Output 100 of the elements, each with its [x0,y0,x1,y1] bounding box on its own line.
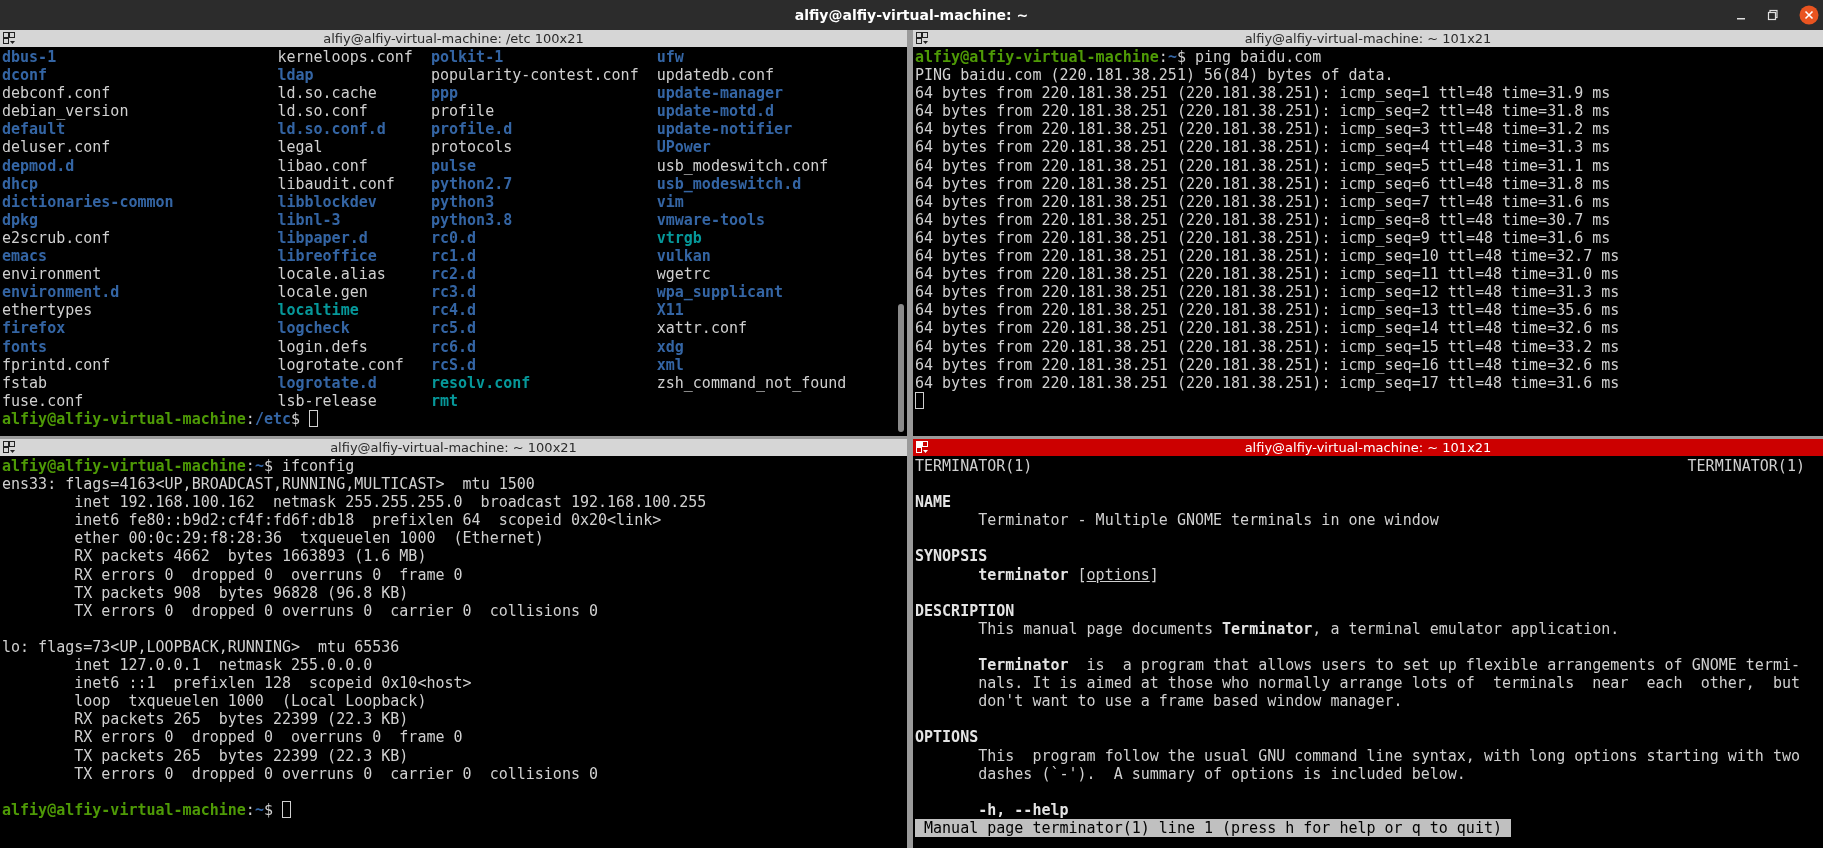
scrollbar[interactable] [898,304,904,432]
file-name: pulse [430,156,477,175]
grid-icon[interactable] [3,441,16,454]
file-name: kerneloops.conf [277,48,413,66]
terminal-line: 64 bytes from 220.181.38.251 (220.181.38.251): icmp_seq=5 ttl=48 time=31.1 ms [915,156,1611,175]
file-name: environment.d [2,283,120,302]
file-name: rcS.d [430,355,477,374]
shell-prompt: alfiy@alfiy-virtual-machine:~$ ping baidu.com [915,48,1322,67]
file-name: login.defs [277,337,368,356]
file-name: rc2.d [430,265,477,284]
file-name: usb_modeswitch.conf [656,156,829,175]
terminal-line: inet 192.168.100.162 netmask 255.255.255.0 broadcast 192.168.100.255 [74,493,707,512]
file-name: localtime [277,301,359,320]
terminal-line: inet6 ::1 prefixlen 128 scopeid 0x10<host> [74,674,472,693]
terminal-line: Terminator - Multiple GNOME terminals in one window [978,511,1439,530]
pane-title: alfiy@alfiy-virtual-machine: ~ 101x21 [1244,440,1492,455]
file-name: rc5.d [430,319,477,338]
file-name: vtrgb [656,228,702,247]
file-name: usb_modeswitch.d [656,174,802,193]
file-name: update-notifier [656,120,793,139]
terminal-line: 64 bytes from 220.181.38.251 (220.181.38.251): icmp_seq=13 ttl=48 time=35.6 ms [915,301,1620,320]
terminal-line: terminator [options] [978,565,1159,584]
file-name: rc4.d [430,301,477,320]
file-name: libnl-3 [277,210,341,229]
terminal-line: TX packets 908 bytes 96828 (96.8 KB) [74,583,409,602]
terminal-line: This manual page documents Terminator, a terminal emulator application. [978,619,1620,638]
grid-icon[interactable] [916,32,929,45]
terminal-line: TERMINATOR(1) [1687,457,1805,476]
file-name: lsb-release [277,391,377,410]
terminal-line: TX errors 0 dropped 0 overruns 0 carrier 0 collisions 0 [74,601,599,620]
terminal-line: RX errors 0 dropped 0 overruns 0 frame 0 [74,728,463,747]
shell-prompt: alfiy@alfiy-virtual-machine:~$ [2,800,273,819]
file-name: libreoffice [277,247,377,266]
terminal-line: inet 127.0.0.1 netmask 255.0.0.0 [74,656,373,675]
file-name: dhcp [2,174,39,193]
terminal-line: inet6 fe80::b9d2:cf4f:fd6f:db18 prefixlen 64 scopeid 0x20<link> [74,511,662,530]
terminal-line: ether 00:0c:29:f8:28:36 txqueuelen 1000 (Ethernet) [74,529,544,548]
file-name: ld.so.conf [277,102,368,121]
terminal-line: RX packets 4662 bytes 1663893 (1.6 MB) [74,547,427,566]
grid-icon[interactable] [3,32,16,45]
terminal-pane[interactable] [913,30,1823,436]
file-name: xattr.conf [656,319,748,338]
terminal-line: -h, --help [978,800,1069,819]
file-name: polkit-1 [430,48,504,66]
terminal-line: 64 bytes from 220.181.38.251 (220.181.38.251): icmp_seq=2 ttl=48 time=31.8 ms [915,102,1611,121]
file-name: environment [2,265,102,284]
file-name: rc0.d [430,228,477,247]
section-heading: SYNOPSIS [915,547,988,566]
terminal-pane[interactable] [0,30,907,436]
file-name: dpkg [2,210,39,229]
terminal-line: ens33: flags=4163<UP,BROADCAST,RUNNING,MULTICAST> mtu 1500 [2,475,535,494]
pane-title: alfiy@alfiy-virtual-machine: /etc 100x21 [323,31,584,46]
terminal-line: 64 bytes from 220.181.38.251 (220.181.38.251): icmp_seq=16 ttl=48 time=32.6 ms [915,355,1620,374]
file-name: UPower [656,138,711,157]
pane-title: alfiy@alfiy-virtual-machine: ~ 101x21 [1244,31,1492,46]
terminal-line: TX errors 0 dropped 0 overruns 0 carrier 0 collisions 0 [74,764,599,783]
terminal-line: 64 bytes from 220.181.38.251 (220.181.38.251): icmp_seq=8 ttl=48 time=30.7 ms [915,210,1611,229]
file-name: logcheck [277,319,350,338]
file-name: rc1.d [430,247,477,266]
file-name: profile.d [430,120,513,139]
terminal-line: 64 bytes from 220.181.38.251 (220.181.38.251): icmp_seq=9 ttl=48 time=31.6 ms [915,228,1611,248]
file-name: dconf [2,66,48,85]
maximize-icon[interactable] [1767,9,1779,21]
terminal-pane[interactable] [0,439,907,848]
file-name: xdg [656,337,684,356]
file-name: deluser.conf [2,138,111,157]
file-name: X11 [656,301,684,320]
file-name: rc3.d [430,283,477,302]
terminal-line: Terminator is a program that allows users to set up flexible arrangements of GNOME termi- [978,656,1800,675]
grid-icon[interactable] [916,441,929,454]
file-name: python3.8 [430,210,513,229]
file-name: python3 [430,192,495,211]
file-name: fuse.conf [2,391,84,410]
close-icon[interactable] [1799,5,1819,25]
file-name: wgetrc [656,265,711,284]
terminal-line: loop txqueuelen 1000 (Local Loopback) [74,692,427,711]
terminal-line: 64 bytes from 220.181.38.251 (220.181.38.251): icmp_seq=4 ttl=48 time=31.3 ms [915,138,1611,157]
terminal-line: This program follow the usual GNU command line syntax, with long options starting with two [978,746,1800,765]
file-name: ld.so.cache [277,84,377,103]
text-cursor [915,392,924,410]
terminal-line: PING baidu.com (220.181.38.251) 56(84) bytes of data. [915,66,1394,85]
file-name: libao.conf [277,156,368,175]
file-name: python2.7 [430,174,513,193]
file-name: locale.alias [277,265,386,284]
file-name: libaudit.conf [277,174,395,193]
terminal-line: 64 bytes from 220.181.38.251 (220.181.38.251): icmp_seq=10 ttl=48 time=32.7 ms [915,247,1620,266]
terminal-line: nals. It is aimed at those who normally arrange lots of terminals near each other, but [978,674,1800,693]
terminal-line: 64 bytes from 220.181.38.251 (220.181.38.251): icmp_seq=1 ttl=48 time=31.9 ms [915,84,1611,103]
terminal-pane[interactable] [913,439,1823,848]
file-name: resolv.conf [430,373,531,392]
file-name: vim [656,192,684,211]
file-name: firefox [2,319,66,338]
file-name: ethertypes [2,301,93,320]
file-name: e2scrub.conf [2,228,111,247]
file-name: emacs [2,247,48,266]
file-name: rc6.d [430,337,477,356]
file-name: xml [656,355,684,374]
file-name: wpa_supplicant [656,283,784,302]
file-name: protocols [430,138,513,157]
file-name: popularity-contest.conf [430,66,639,85]
